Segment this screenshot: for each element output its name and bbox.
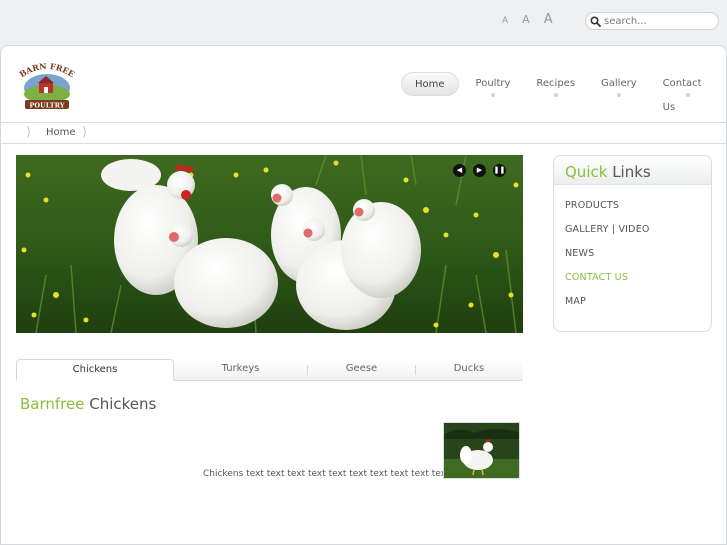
nav-dot [685, 93, 690, 97]
quick-links-title: Quick Links [554, 156, 711, 185]
tab-ducks[interactable]: Ducks [416, 359, 522, 380]
hero-slider: ◀ ▶ ❚❚ [16, 155, 523, 333]
nav-item-recipes[interactable]: Recipes [523, 72, 588, 97]
tab-label: Ducks [453, 363, 485, 374]
quick-link-contact-us[interactable]: CONTACT US [565, 266, 711, 290]
slider-controls: ◀ ▶ ❚❚ [453, 164, 506, 177]
nav-dot [490, 93, 495, 97]
section-title: Barnfree Chickens [20, 395, 156, 413]
quick-link-products[interactable]: PRODUCTS [565, 194, 711, 218]
nav-item-label: Home [415, 79, 445, 90]
nav-item-poultry[interactable]: Poultry [463, 72, 524, 97]
nav-item-contact-us[interactable]: Contact Us [650, 72, 726, 113]
font-size-medium-button[interactable]: A [522, 13, 530, 26]
search-input[interactable] [604, 15, 714, 27]
nav-dot [616, 93, 621, 97]
quick-link-gallery-video[interactable]: GALLERY | VIDEO [565, 218, 711, 242]
chicken-thumbnail-image[interactable] [443, 422, 520, 479]
category-tabs: Chickens Turkeys Geese Ducks [16, 359, 523, 381]
main-nav: Home Poultry Recipes Gallery Contact Us [401, 72, 726, 113]
search-icon [590, 15, 601, 27]
nav-item-label: Recipes [536, 78, 576, 89]
tab-label: Geese [345, 363, 378, 374]
quick-links-title-accent: Quick [565, 163, 608, 181]
tab-turkeys[interactable]: Turkeys [174, 359, 307, 380]
breadcrumb: ⟩ Home ⟩ [1, 122, 726, 144]
quick-links-list: PRODUCTS GALLERY | VIDEO NEWS CONTACT US… [554, 185, 711, 314]
quick-link-news[interactable]: NEWS [565, 242, 711, 266]
prev-icon[interactable]: ◀ [453, 164, 466, 177]
tab-chickens[interactable]: Chickens [16, 359, 174, 381]
breadcrumb-separator-icon: ⟩ [26, 125, 32, 140]
nav-item-label: Poultry [475, 78, 511, 89]
next-icon[interactable]: ▶ [473, 164, 486, 177]
breadcrumb-home-link[interactable]: Home [46, 127, 76, 138]
section-title-rest: Chickens [89, 395, 157, 413]
quick-link-map[interactable]: MAP [565, 290, 711, 314]
nav-dot [553, 93, 558, 97]
breadcrumb-separator-icon: ⟩ [82, 125, 88, 140]
tab-geese[interactable]: Geese [308, 359, 415, 380]
quick-links-panel: Quick Links PRODUCTS GALLERY | VIDEO NEW… [553, 155, 712, 332]
section-title-accent: Barnfree [20, 395, 85, 413]
section-body-text: Chickens text text text text text text t… [203, 469, 450, 479]
nav-item-gallery[interactable]: Gallery [588, 72, 650, 97]
nav-item-label: Gallery [601, 78, 637, 89]
page-panel: BARN FREE POULTRY Home Poultry Recipes G… [0, 45, 727, 545]
pause-icon[interactable]: ❚❚ [493, 164, 506, 177]
chickens-in-grass-image [16, 155, 523, 333]
nav-item-home[interactable]: Home [401, 72, 459, 96]
font-size-controls: A A A [502, 12, 553, 27]
tab-label: Chickens [72, 364, 118, 375]
nav-item-label: Contact Us [662, 78, 702, 113]
font-size-large-button[interactable]: A [544, 12, 553, 27]
search-box [585, 12, 719, 30]
logo-line2: POULTRY [30, 102, 65, 110]
barn-free-poultry-logo[interactable]: BARN FREE POULTRY [15, 58, 79, 112]
quick-links-title-rest: Links [612, 163, 651, 181]
font-size-small-button[interactable]: A [502, 16, 508, 26]
tab-label: Turkeys [221, 363, 260, 374]
